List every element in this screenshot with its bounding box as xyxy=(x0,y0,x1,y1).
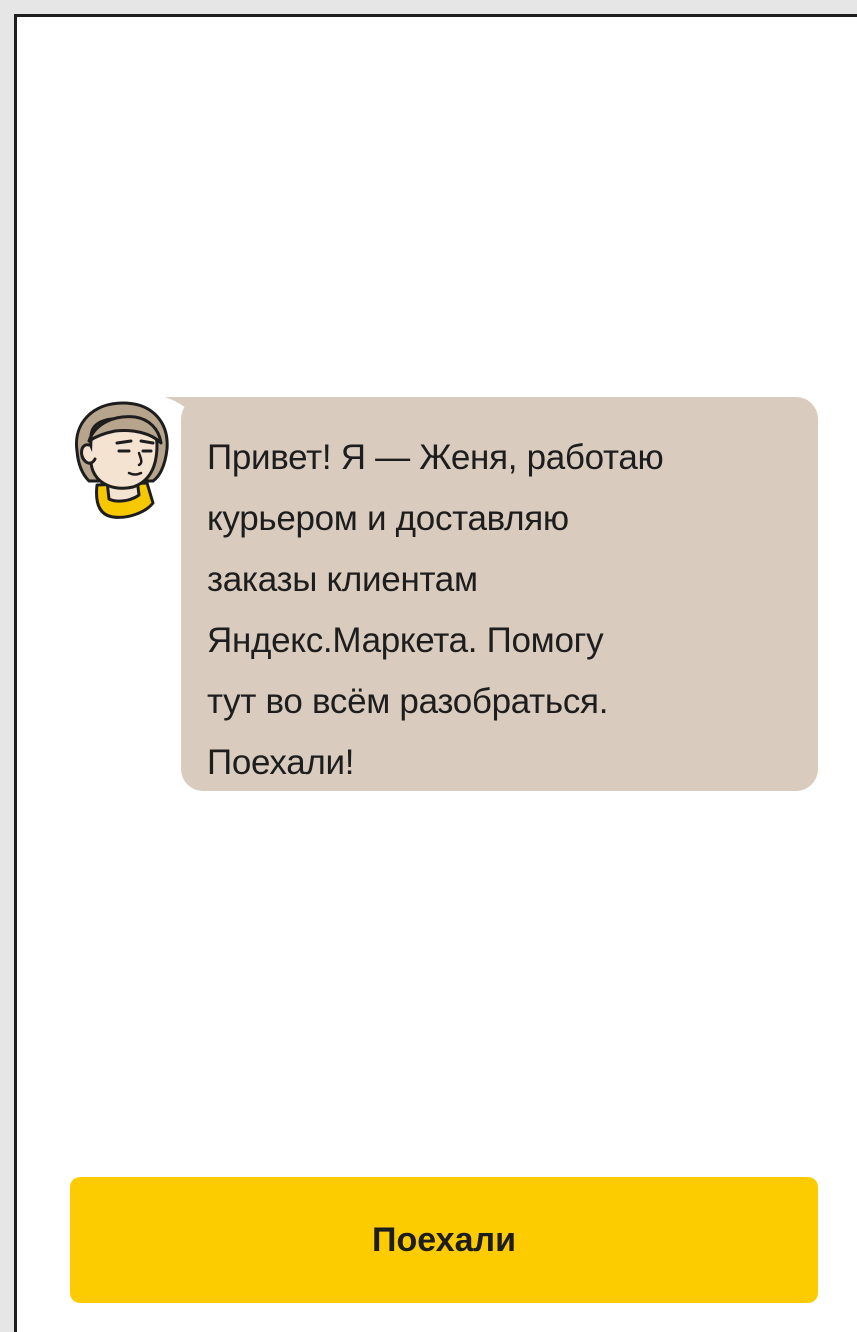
speech-bubble: Привет! Я — Женя, работаю курьером и дос… xyxy=(165,397,818,791)
speech-bubble-body: Привет! Я — Женя, работаю курьером и дос… xyxy=(181,397,818,791)
courier-avatar-icon xyxy=(69,393,179,543)
lets-go-button[interactable]: Поехали xyxy=(70,1177,818,1303)
greeting-message: Привет! Я — Женя, работаю курьером и дос… xyxy=(207,438,664,782)
onboarding-screen: Привет! Я — Женя, работаю курьером и дос… xyxy=(14,14,857,1332)
